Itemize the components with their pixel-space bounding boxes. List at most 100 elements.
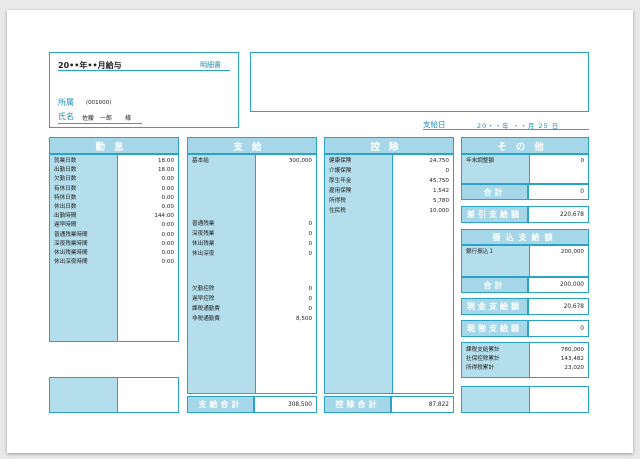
attendance-value: 0:00 <box>161 240 174 247</box>
transfer-total-value: 200,000 <box>528 277 589 293</box>
attendance-value: 0:00 <box>161 250 174 256</box>
attendance-label: 休出日数 <box>54 204 77 210</box>
transfer-box: 銀行振込１ 200,000 <box>461 245 589 277</box>
deduction-label: 所得税 <box>329 198 346 204</box>
inkind-pay-value: 0 <box>528 320 589 337</box>
cumulative-label: 社保控除累計 <box>466 356 500 362</box>
attendance-label: 休出深夜時間 <box>54 259 88 266</box>
payment-label: 課税通勤費 <box>192 306 220 312</box>
deduction-value: 0 <box>445 168 449 174</box>
attendance-label: 休出残業時間 <box>54 250 88 256</box>
deduction-label: 健康保険 <box>329 158 352 164</box>
right-footer-box <box>461 386 589 413</box>
remarks-box <box>250 52 589 112</box>
payment-value: 0 <box>308 241 312 247</box>
payment-value: 0 <box>308 251 312 257</box>
cumulative-label: 課税支給累計 <box>466 347 500 353</box>
payments-divider <box>255 155 256 393</box>
payment-label: 普通残業 <box>192 221 215 227</box>
deductions-header: 控除 <box>324 137 454 154</box>
other-divider <box>529 155 530 183</box>
dept-label: 所属 <box>58 98 74 107</box>
cash-pay-label: 現金支給額 <box>461 298 528 315</box>
other-item-value: 0 <box>580 158 584 164</box>
transfer-item-label: 銀行振込１ <box>466 249 494 255</box>
attendance-value: 18.00 <box>157 167 174 174</box>
attendance-value: 0.00 <box>161 204 174 210</box>
payment-label: 欠勤控除 <box>192 286 215 292</box>
other-box: 年末調整額 0 <box>461 154 589 184</box>
attendance-label: 欠勤日数 <box>54 176 77 183</box>
transfer-divider <box>529 246 530 276</box>
attendance-value: 0.00 <box>161 176 174 183</box>
dept-code: (001000) <box>86 100 112 106</box>
cumulative-divider <box>529 343 530 377</box>
payment-value: 300,000 <box>288 158 312 164</box>
attendance-label: 就業日数 <box>54 158 77 164</box>
transfer-header: 振込支給額 <box>461 229 589 245</box>
other-subtotal-label: 合計 <box>461 184 528 200</box>
deduction-value: 24,750 <box>429 158 449 164</box>
deductions-total-value: 87,822 <box>391 396 454 413</box>
payments-total-value: 308,500 <box>254 396 317 413</box>
doc-type-label: 明細書 <box>200 61 221 69</box>
attendance-value: 0:00 <box>161 259 174 266</box>
deduction-label: 住民税 <box>329 208 346 214</box>
deduction-value: 1,542 <box>432 188 449 194</box>
net-pay-value: 220,678 <box>528 206 589 223</box>
transfer-item-value: 200,000 <box>560 249 584 255</box>
name-label: 氏名 <box>58 112 74 121</box>
attendance-footer-box <box>49 377 179 413</box>
payment-label: 遅早控除 <box>192 296 215 302</box>
cumulative-value: 23,020 <box>564 365 584 371</box>
attendance-label: 遅早時間 <box>54 222 77 229</box>
attendance-value: 0:00 <box>161 222 174 229</box>
payment-value: 0 <box>308 296 312 302</box>
payment-value: 8,500 <box>295 316 312 322</box>
payday-underline <box>423 129 589 130</box>
attendance-divider <box>117 155 118 341</box>
right-footer-label <box>462 387 529 412</box>
cumulative-label: 所得税累計 <box>466 365 494 371</box>
attendance-value: 18.00 <box>157 158 174 164</box>
other-subtotal-value: 0 <box>528 184 589 200</box>
payments-header: 支給 <box>187 137 317 154</box>
cumulative-box: 課税支給累計 780,000 社保控除累計 143,482 所得税累計 23,0… <box>461 342 589 378</box>
payments-label-col <box>188 155 255 393</box>
attendance-header: 勤怠 <box>49 137 179 154</box>
inkind-pay-label: 現物支給額 <box>461 320 528 337</box>
payments-total-label: 支給合計 <box>187 396 254 413</box>
transfer-total-label: 合計 <box>461 277 528 293</box>
right-footer-divider <box>529 387 530 412</box>
net-pay-label: 差引支給額 <box>461 206 528 223</box>
name-underline <box>58 123 142 124</box>
attendance-footer-divider <box>117 378 118 412</box>
attendance-label: 深夜残業時間 <box>54 240 88 247</box>
attendance-footer-label <box>50 378 117 412</box>
payment-value: 0 <box>308 286 312 292</box>
employee-info-box: 20••年••月給与 明細書 所属 (001000) 氏名 佐藤 一郎 様 <box>49 52 239 128</box>
payslip-sheet: 20••年••月給与 明細書 所属 (001000) 氏名 佐藤 一郎 様 支給… <box>7 10 633 453</box>
deduction-value: 5,780 <box>432 198 449 204</box>
payments-box: 基本給 300,000 普通残業 0 深夜残業 0 休出残業 0 休出深夜 0 … <box>187 154 317 394</box>
attendance-value: 0.00 <box>161 194 174 201</box>
attendance-value: 0:00 <box>161 231 174 238</box>
attendance-label: 出勤時間 <box>54 213 77 220</box>
deduction-label: 介護保険 <box>329 168 352 174</box>
payment-label: 深夜残業 <box>192 231 215 237</box>
payment-label: 休出深夜 <box>192 251 215 257</box>
employee-name: 佐藤 一郎 <box>82 115 113 122</box>
deduction-value: 10,000 <box>429 208 449 214</box>
other-header: その他 <box>461 137 589 154</box>
payment-value: 0 <box>308 221 312 227</box>
payment-label: 非税通勤費 <box>192 316 220 322</box>
deduction-label: 厚生年金 <box>329 178 352 184</box>
deductions-box: 健康保険 24,750 介護保険 0 厚生年金 45,750 雇用保険 1,54… <box>324 154 454 394</box>
attendance-label: 特休日数 <box>54 194 77 201</box>
attendance-value: 0.00 <box>161 185 174 192</box>
payment-value: 0 <box>308 231 312 237</box>
other-item-label: 年末調整額 <box>466 158 494 164</box>
cumulative-value: 143,482 <box>560 356 584 362</box>
deduction-label: 雇用保険 <box>329 188 352 194</box>
attendance-label: 出勤日数 <box>54 167 77 174</box>
